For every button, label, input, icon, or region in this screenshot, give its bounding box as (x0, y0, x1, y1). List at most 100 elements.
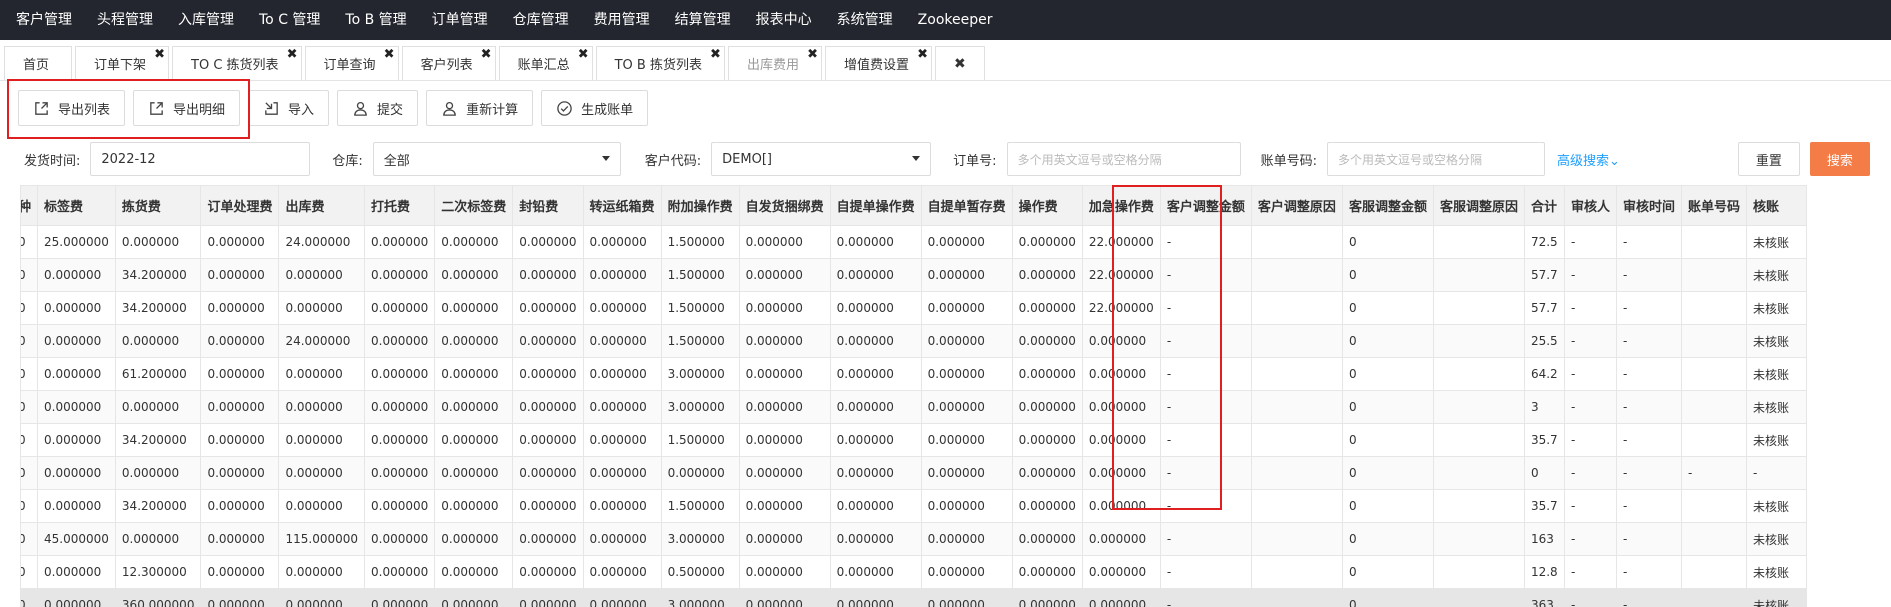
close-icon[interactable]: ✖ (154, 48, 165, 61)
export-detail-button[interactable]: 导出明细 (133, 90, 241, 126)
column-header[interactable]: 客户调整金额 (1159, 185, 1252, 226)
fee-table-container[interactable]: 种标签费拣货费订单处理费出库费打托费二次标签费封铅费转运纸箱费附加操作费自发货捆… (20, 185, 1891, 607)
bill-no-label: 账单号码: (1260, 153, 1317, 169)
ship-time-input[interactable]: 2022-12 (90, 142, 311, 176)
export-list-button[interactable]: 导出列表 (18, 90, 126, 126)
nav-item[interactable]: 结算管理 (665, 0, 741, 40)
generate-bill-button[interactable]: 生成账单 (541, 90, 649, 126)
customer-code-select[interactable]: DEMO[] (711, 142, 932, 176)
advanced-search-link[interactable]: 高级搜索⌄ (1557, 150, 1620, 169)
table-cell: 1.500000 (660, 324, 740, 358)
table-cell: - (1615, 258, 1683, 292)
tab[interactable]: 出库费用 ✖ (727, 46, 822, 80)
table-cell: 0.000000 (37, 390, 116, 424)
column-header[interactable]: 自提单暂存费 (920, 185, 1013, 226)
column-header[interactable]: 封铅费 (512, 185, 584, 226)
column-header[interactable]: 客服调整金额 (1341, 185, 1434, 226)
nav-item[interactable]: 订单管理 (422, 0, 498, 40)
close-all-tabs-button[interactable]: ✖ (934, 46, 985, 80)
table-row[interactable]: 00.00000061.2000000.0000000.0000000.0000… (21, 357, 1808, 391)
close-icon[interactable]: ✖ (578, 48, 589, 61)
nav-item[interactable]: Zookeeper (908, 0, 1003, 40)
table-cell: 0.000000 (200, 324, 280, 358)
column-header[interactable]: 加急操作费 (1081, 185, 1161, 226)
nav-item[interactable]: 客户管理 (6, 0, 82, 40)
search-button[interactable]: 搜索 (1809, 142, 1870, 176)
table-row[interactable]: 00.0000000.0000000.0000000.0000000.00000… (21, 456, 1808, 490)
tab[interactable]: TO B 拣货列表 ✖ (595, 46, 725, 80)
table-row[interactable]: 045.0000000.0000000.000000115.0000000.00… (21, 522, 1808, 556)
table-row[interactable]: 025.0000000.0000000.00000024.0000000.000… (21, 225, 1808, 259)
column-header[interactable]: 转运纸箱费 (582, 185, 662, 226)
customer-code-value: DEMO[] (722, 151, 772, 167)
nav-item[interactable]: To B 管理 (335, 0, 416, 40)
table-cell: 0.000000 (738, 555, 831, 589)
column-header[interactable]: 客服调整原因 (1432, 185, 1525, 226)
column-header[interactable]: 自发货捆绑费 (738, 185, 831, 226)
order-no-input[interactable]: 多个用英文逗号或空格分隔 (1006, 142, 1241, 176)
bill-no-input[interactable]: 多个用英文逗号或空格分隔 (1326, 142, 1545, 176)
tab[interactable]: 订单下架 ✖ (75, 46, 170, 80)
reset-button[interactable]: 重置 (1737, 142, 1800, 176)
nav-item[interactable]: 费用管理 (584, 0, 660, 40)
tab[interactable]: 账单汇总 ✖ (498, 46, 593, 80)
nav-item[interactable]: 头程管理 (87, 0, 163, 40)
nav-item[interactable]: 系统管理 (827, 0, 903, 40)
table-cell: - (1159, 555, 1252, 589)
close-icon[interactable]: ✖ (917, 48, 928, 61)
column-header[interactable]: 二次标签费 (434, 185, 514, 226)
table-row[interactable]: 00.00000012.3000000.0000000.0000000.0000… (21, 555, 1808, 589)
table-cell (1432, 423, 1525, 457)
table-cell: 1.500000 (660, 489, 740, 523)
close-icon[interactable]: ✖ (710, 48, 721, 61)
nav-item[interactable]: 入库管理 (168, 0, 244, 40)
table-cell: 0.000000 (363, 456, 436, 490)
column-header[interactable]: 操作费 (1011, 185, 1083, 226)
column-header[interactable]: 合计 (1523, 185, 1565, 226)
table-cell: 0.000000 (200, 390, 280, 424)
nav-item[interactable]: To C 管理 (249, 0, 330, 40)
close-icon[interactable]: ✖ (807, 48, 818, 61)
table-cell: 0 (1341, 522, 1434, 556)
tab[interactable]: 增值费设置 ✖ (824, 46, 932, 80)
table-cell: 24.000000 (278, 225, 365, 259)
table-row[interactable]: 00.00000034.2000000.0000000.0000000.0000… (21, 489, 1808, 523)
column-header[interactable]: 账单号码 (1680, 185, 1748, 226)
tab[interactable]: 订单查询 ✖ (304, 46, 399, 80)
table-cell: - (1563, 225, 1617, 259)
close-icon[interactable]: ✖ (287, 48, 298, 61)
tab[interactable]: 首页 (4, 46, 73, 80)
table-row[interactable]: 00.0000000.0000000.0000000.0000000.00000… (21, 390, 1808, 424)
recalculate-button[interactable]: 重新计算 (426, 90, 534, 126)
column-header[interactable]: 审核人 (1563, 185, 1617, 226)
import-button[interactable]: 导入 (248, 90, 330, 126)
column-header[interactable]: 自提单操作费 (829, 185, 922, 226)
column-header[interactable]: 出库费 (278, 185, 365, 226)
column-header[interactable]: 审核时间 (1615, 185, 1683, 226)
submit-button[interactable]: 提交 (337, 90, 419, 126)
column-header[interactable]: 核账 (1746, 185, 1808, 226)
tab[interactable]: TO C 拣货列表 ✖ (172, 46, 302, 80)
table-cell: 0 (21, 324, 39, 358)
table-row[interactable]: 00.00000034.2000000.0000000.0000000.0000… (21, 423, 1808, 457)
column-header[interactable]: 标签费 (37, 185, 116, 226)
column-header[interactable]: 种 (21, 185, 39, 226)
column-header[interactable]: 附加操作费 (660, 185, 740, 226)
column-header[interactable]: 订单处理费 (200, 185, 280, 226)
table-row[interactable]: 00.00000034.2000000.0000000.0000000.0000… (21, 291, 1808, 325)
column-header[interactable]: 拣货费 (114, 185, 202, 226)
nav-item[interactable]: 仓库管理 (503, 0, 579, 40)
column-header[interactable]: 打托费 (363, 185, 436, 226)
close-icon[interactable]: ✖ (481, 48, 492, 61)
warehouse-select[interactable]: 全部 (372, 142, 621, 176)
search-label: 搜索 (1826, 153, 1853, 169)
close-icon[interactable]: ✖ (384, 48, 395, 61)
table-cell: 0.000000 (200, 258, 280, 292)
table-row[interactable]: 00.000000360.0000000.0000000.0000000.000… (21, 588, 1808, 607)
table-cell: 0 (1341, 456, 1434, 490)
table-row[interactable]: 00.0000000.0000000.00000024.0000000.0000… (21, 324, 1808, 358)
nav-item[interactable]: 报表中心 (746, 0, 822, 40)
tab[interactable]: 客户列表 ✖ (401, 46, 496, 80)
column-header[interactable]: 客户调整原因 (1250, 185, 1343, 226)
table-row[interactable]: 00.00000034.2000000.0000000.0000000.0000… (21, 258, 1808, 292)
